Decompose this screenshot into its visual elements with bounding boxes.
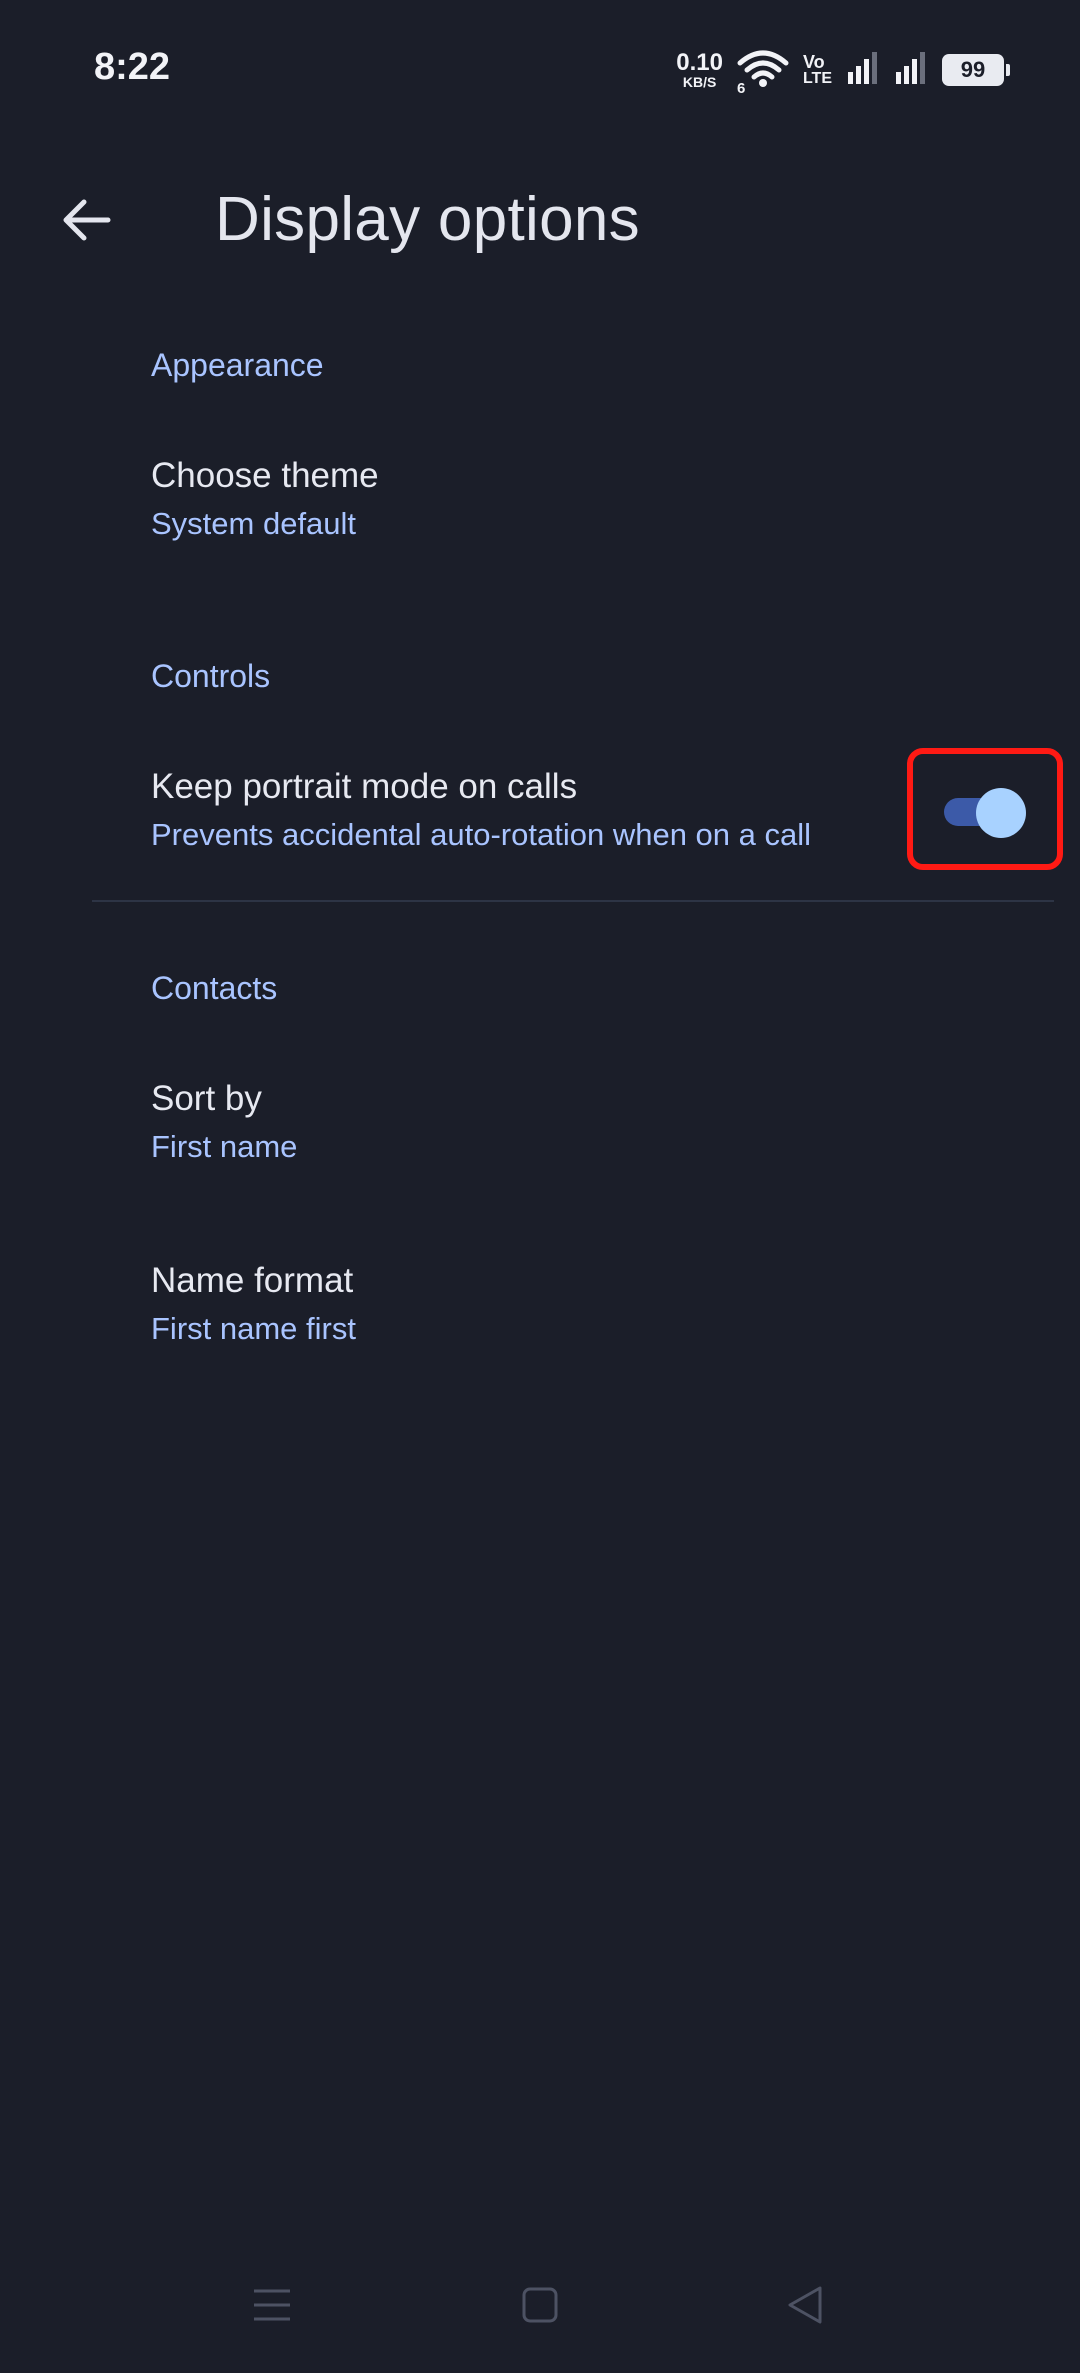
status-bar: 8:22 0.10 KB/S 6 Vo LTE 99 [0,0,1080,140]
status-icons: 0.10 KB/S 6 Vo LTE 99 [676,48,1010,97]
status-time: 8:22 [94,46,171,88]
home-icon [522,2287,558,2323]
back-button[interactable] [52,186,120,254]
keep-portrait-toggle[interactable] [940,788,1028,838]
network-speed: 0.10 KB/S [676,49,723,90]
back-triangle-icon [788,2286,822,2324]
arrow-back-icon [63,199,111,241]
section-header-controls: Controls [151,658,271,694]
navigation-bar [0,2260,1080,2373]
recent-apps-button[interactable] [227,2260,317,2350]
setting-summary: First name [151,1129,298,1164]
top-app-bar: Display options [0,170,1080,270]
setting-choose-theme[interactable]: Choose theme System default [0,456,1080,586]
section-header-appearance: Appearance [151,347,324,383]
setting-title: Keep portrait mode on calls [151,767,578,806]
volte-indicator: Vo LTE [803,53,832,87]
setting-title: Choose theme [151,456,379,495]
signal-strength-icon [846,50,880,91]
page-title: Display options [215,185,640,254]
home-button[interactable] [495,2260,585,2350]
wifi-icon: 6 [737,49,789,97]
setting-title: Name format [151,1261,354,1300]
network-speed-unit: KB/S [682,74,717,90]
setting-title: Sort by [151,1079,262,1118]
toggle-thumb [976,788,1026,838]
setting-summary: System default [151,506,357,541]
setting-name-format[interactable]: Name format First name first [0,1261,1080,1391]
divider [92,900,1054,902]
signal-strength-icon-2 [894,50,928,91]
nav-back-button[interactable] [760,2260,850,2350]
menu-icon [254,2289,290,2321]
setting-sort-by[interactable]: Sort by First name [0,1079,1080,1209]
battery-level: 99 [960,57,986,82]
display-options-screen: 8:22 0.10 KB/S 6 Vo LTE 99 Display optio… [0,0,1080,2373]
battery-icon: 99 [942,54,1010,86]
network-speed-value: 0.10 [676,49,723,76]
section-header-contacts: Contacts [151,970,278,1006]
setting-summary: Prevents accidental auto-rotation when o… [151,817,812,852]
volte-top-label: Vo [802,52,825,72]
volte-bottom-label: LTE [802,70,832,87]
wifi-label: 6 [736,80,746,97]
setting-summary: First name first [151,1311,356,1346]
